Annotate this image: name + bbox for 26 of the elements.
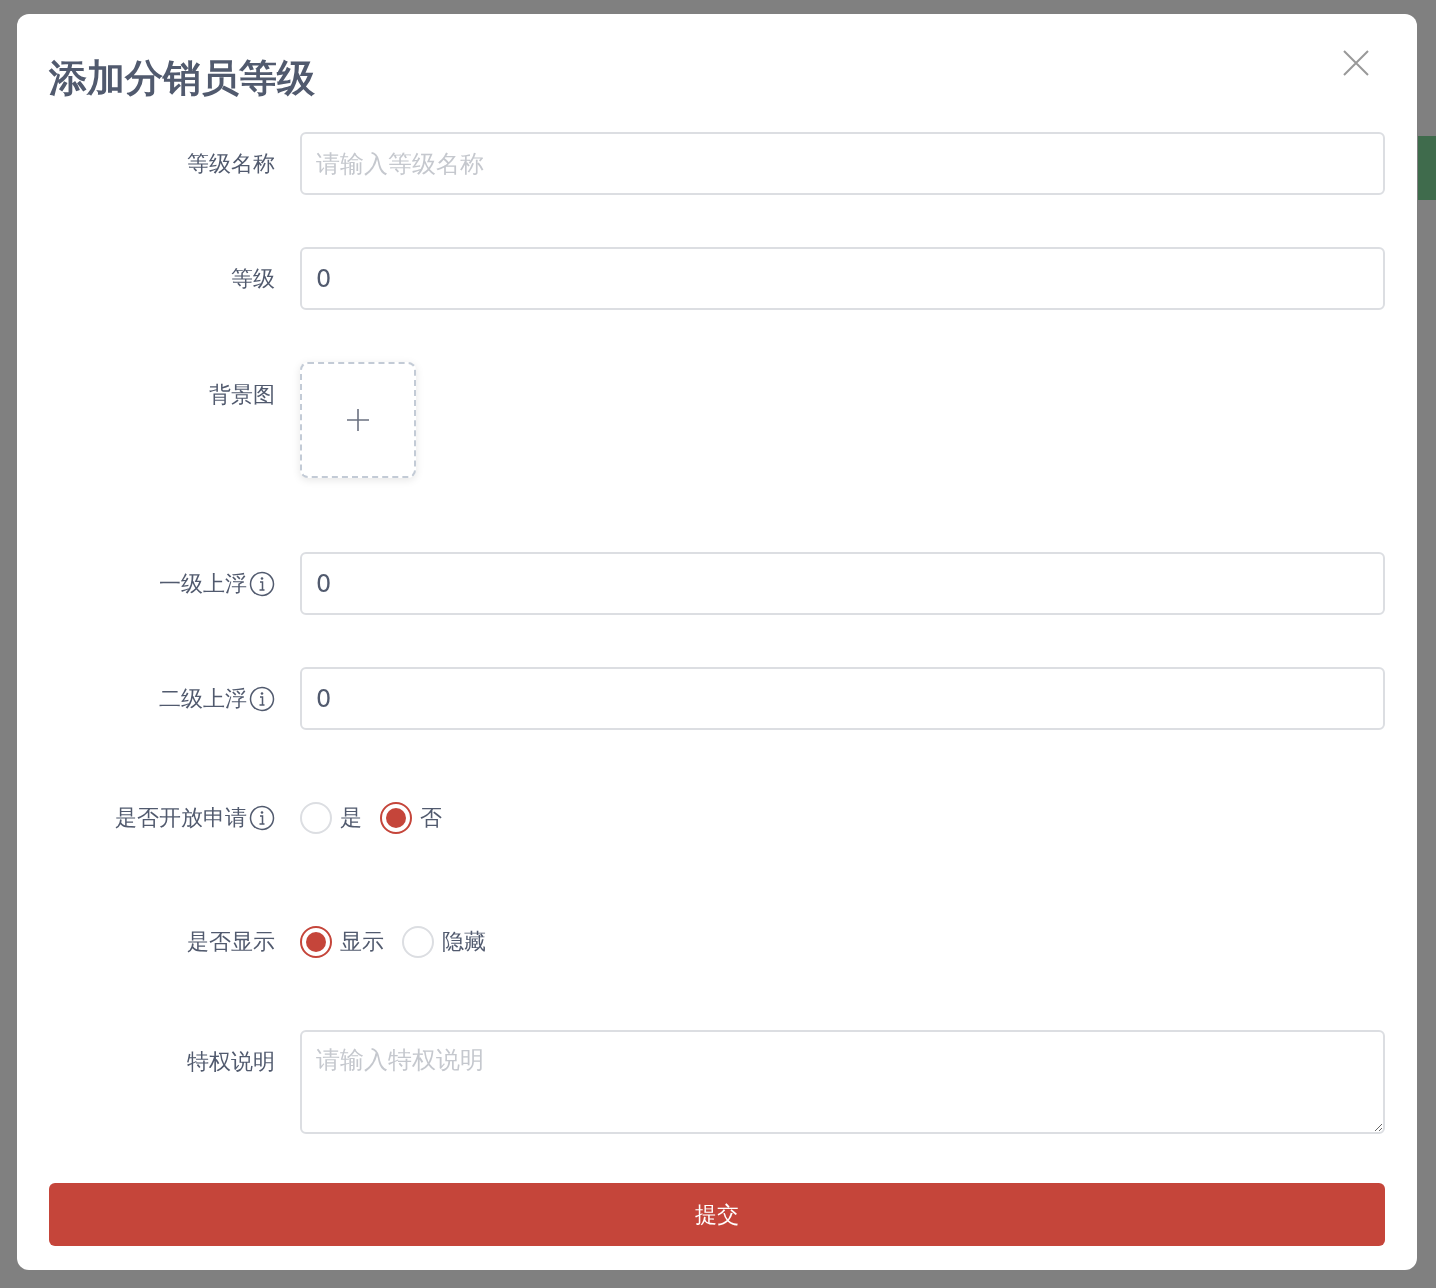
info-icon[interactable] [249, 570, 275, 597]
field-label: 一级上浮 [159, 569, 247, 598]
radio-label[interactable]: 是 [340, 803, 362, 833]
text-area[interactable]: 请输入特权说明 [300, 1030, 1385, 1134]
radio-label[interactable]: 显示 [340, 927, 384, 957]
plus-icon [347, 409, 369, 431]
field-label: 二级上浮 [159, 684, 247, 713]
field-label: 是否开放申请 [115, 804, 247, 832]
input-field[interactable]: 请输入等级名称 [300, 132, 1385, 195]
input-field[interactable]: 0 [300, 667, 1385, 730]
radio-button[interactable] [300, 926, 332, 958]
input-field[interactable]: 0 [300, 552, 1385, 615]
radio-label[interactable]: 否 [420, 803, 442, 833]
field-label: 背景图 [209, 381, 275, 409]
submit-button[interactable]: 提交 [49, 1183, 1385, 1246]
info-icon[interactable] [249, 685, 275, 712]
field-label: 等级名称 [187, 149, 275, 178]
close-icon[interactable] [1343, 50, 1369, 76]
dialog-title: 添加分销员等级 [49, 55, 315, 102]
field-label: 特权说明 [187, 1047, 275, 1076]
radio-button[interactable] [380, 802, 412, 834]
field-label: 等级 [231, 264, 275, 293]
input-field[interactable]: 0 [300, 247, 1385, 310]
field-label: 是否显示 [187, 928, 275, 956]
info-icon[interactable] [249, 805, 275, 831]
radio-label[interactable]: 隐藏 [442, 927, 486, 957]
